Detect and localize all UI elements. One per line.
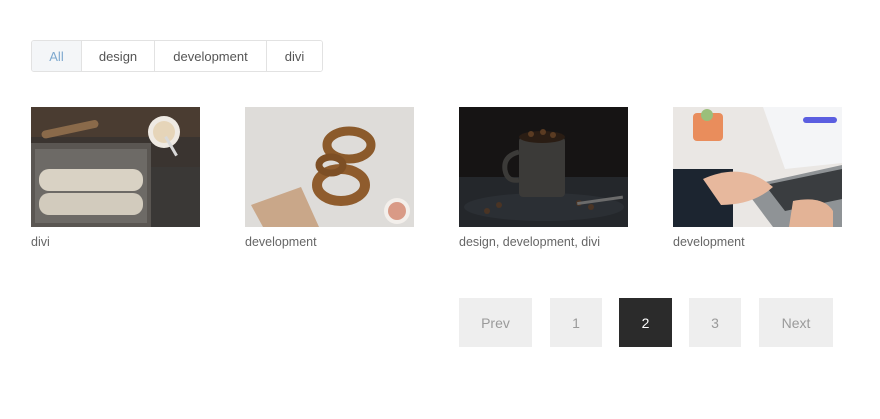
item-caption: development [673,235,745,249]
portfolio-item: divi [31,107,200,249]
page-2-button[interactable]: 2 [619,298,672,347]
filter-all[interactable]: All [32,41,82,71]
item-caption: development [245,235,317,249]
page-3-button[interactable]: 3 [689,298,741,347]
baking-dough-image[interactable] [31,107,200,227]
prev-button[interactable]: Prev [459,298,532,347]
portfolio-item: design, development, divi [459,107,628,249]
pretzels-image[interactable] [245,107,414,227]
laptop-typing-image[interactable] [673,107,842,227]
filter-divi[interactable]: divi [267,41,322,71]
portfolio-page: All design development divi divi develop… [0,0,880,419]
portfolio-filters: All design development divi [31,40,323,72]
filter-development[interactable]: development [155,41,267,71]
item-caption: design, development, divi [459,235,601,249]
portfolio-item: development [245,107,414,249]
next-button[interactable]: Next [759,298,833,347]
portfolio-item: development [673,107,842,249]
item-caption: divi [31,235,50,249]
page-1-button[interactable]: 1 [550,298,602,347]
filter-design[interactable]: design [82,41,155,71]
coffee-cup-image[interactable] [459,107,628,227]
